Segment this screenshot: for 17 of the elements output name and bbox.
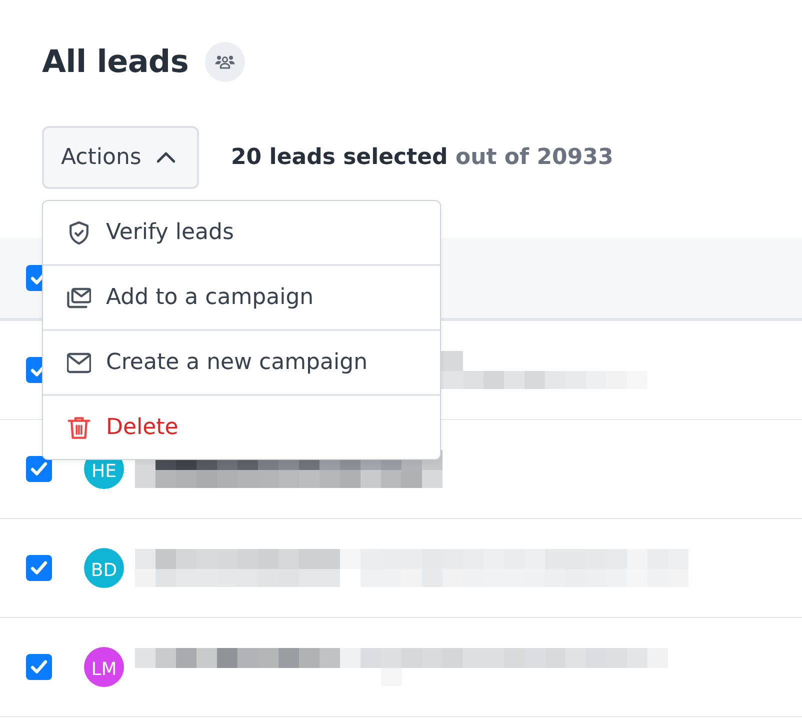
actions-button[interactable]: Actions: [42, 126, 199, 189]
avatar: BD: [84, 548, 124, 588]
checkbox[interactable]: [26, 456, 52, 482]
menu-item[interactable]: Delete: [43, 394, 440, 459]
avatar: LM: [84, 647, 124, 687]
menu-item[interactable]: Verify leads: [43, 201, 440, 264]
menu-item[interactable]: Add to a campaign: [43, 264, 440, 329]
stacked-envelopes-icon: [67, 286, 91, 310]
envelope-icon: [67, 350, 91, 374]
menu-item[interactable]: Create a new campaign: [43, 329, 440, 394]
selection-summary: 20 leads selected out of 20933: [231, 146, 614, 168]
checkbox[interactable]: [26, 555, 52, 581]
group-icon: [205, 42, 246, 82]
checkbox[interactable]: [26, 654, 52, 680]
trash-icon: [67, 416, 91, 440]
shield-check-icon: [67, 220, 91, 244]
page-title: All leads: [42, 46, 188, 78]
